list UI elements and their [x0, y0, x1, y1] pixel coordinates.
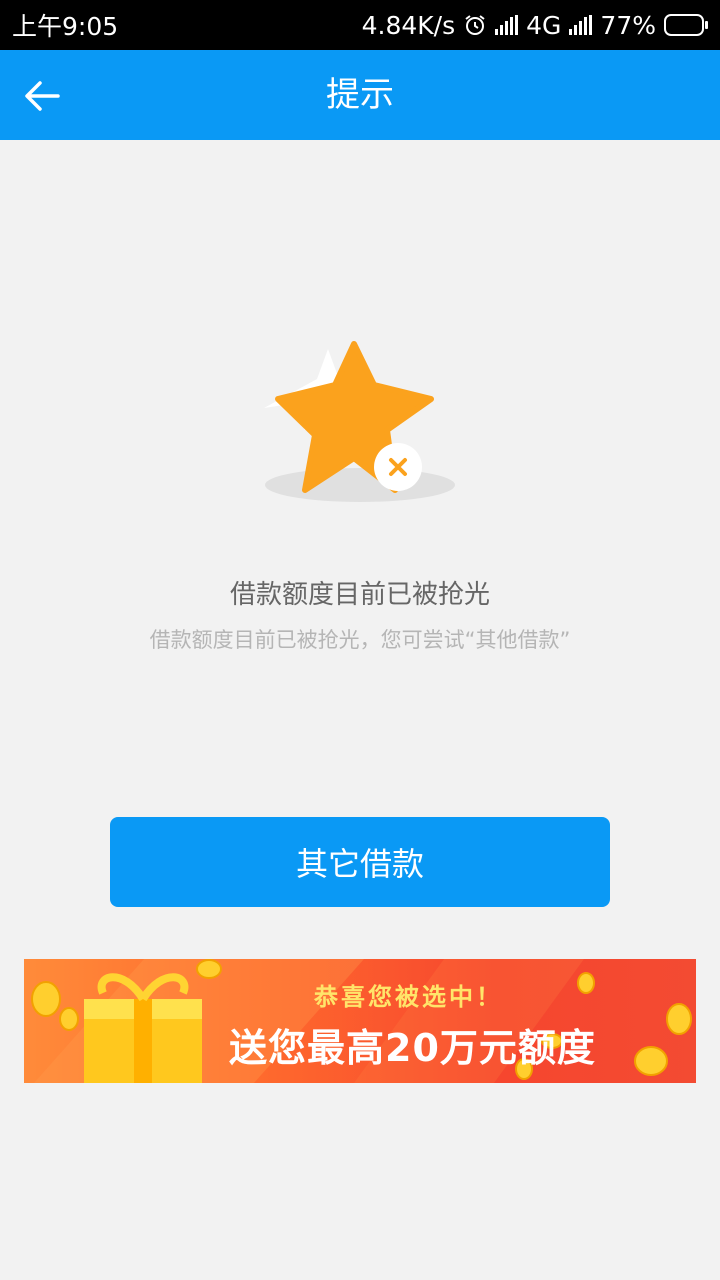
status-bar: 上午9:05 4.84K/s 4G 77%: [0, 0, 720, 50]
status-time: 上午9:05: [12, 12, 119, 41]
empty-state-headline: 借款额度目前已被抢光: [229, 580, 490, 610]
signal-icon: [495, 15, 519, 35]
page-title: 提示: [326, 75, 394, 115]
banner-offer: 送您最高20万元额度: [229, 1026, 596, 1070]
net-speed: 4.84K/s: [361, 10, 456, 40]
alarm-clock-icon: [465, 15, 485, 35]
network-type: 4G: [526, 10, 562, 40]
empty-state-subline: 借款额度目前已被抢光，您可尝试“其他借款”: [149, 628, 571, 652]
gift-box-icon: [84, 973, 202, 1083]
banner-headline: 恭喜您被选中！: [314, 983, 503, 1011]
battery-percent: 77%: [600, 10, 656, 40]
back-arrow-icon: [25, 81, 60, 111]
other-loans-button[interactable]: 其它借款: [110, 817, 610, 907]
promo-banner[interactable]: 恭喜您被选中！ 送您最高20万元额度: [24, 959, 696, 1083]
status-icons: 4.84K/s 4G 77%: [362, 11, 708, 40]
star-unavailable-icon: [264, 341, 455, 502]
back-button[interactable]: [18, 72, 66, 120]
battery-icon: [664, 14, 708, 36]
signal-icon-2: [569, 15, 593, 35]
nav-bar: 提示: [0, 50, 720, 140]
